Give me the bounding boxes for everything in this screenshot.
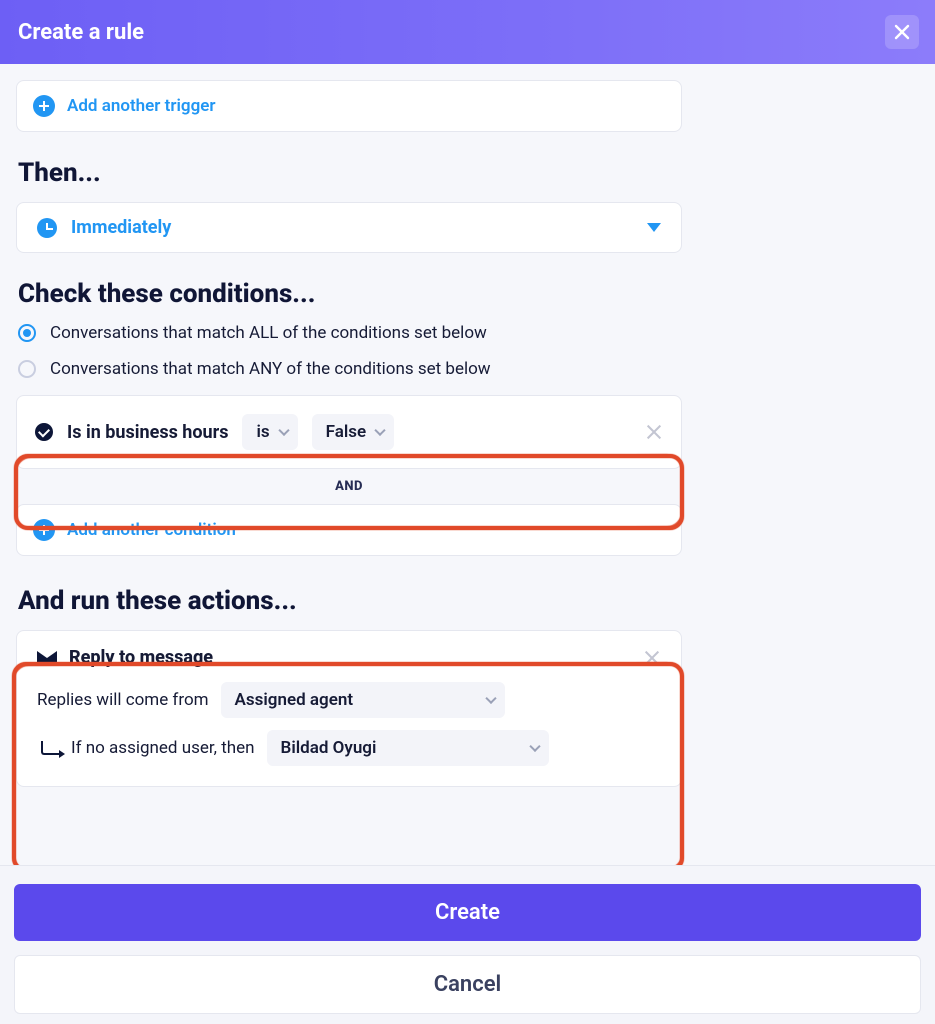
condition-field-label: Is in business hours (67, 422, 228, 443)
radio-match-any[interactable]: Conversations that match ANY of the cond… (18, 359, 682, 379)
modal-body: Add another trigger Then... Immediately … (0, 64, 935, 876)
condition-operator-value: is (256, 422, 269, 442)
modal-header: Create a rule (0, 0, 935, 64)
chevron-down-icon (374, 425, 385, 436)
plus-circle-icon (33, 95, 55, 117)
modal-title: Create a rule (18, 20, 144, 45)
clock-icon (37, 218, 57, 238)
close-button[interactable] (885, 15, 919, 49)
action-row: Reply to message Replies will come from … (16, 630, 682, 787)
radio-icon (18, 360, 36, 378)
timing-label: Immediately (71, 217, 171, 238)
add-condition-button[interactable]: Add another condition (16, 504, 682, 556)
radio-any-label: Conversations that match ANY of the cond… (50, 359, 491, 379)
and-separator: AND (16, 479, 682, 494)
replies-from-select[interactable]: Assigned agent (221, 682, 505, 718)
condition-operator-select[interactable]: is (242, 414, 297, 450)
plus-circle-icon (33, 519, 55, 541)
chevron-down-icon (485, 693, 496, 704)
fallback-user-select[interactable]: Bildad Oyugi (267, 730, 549, 766)
chevron-down-icon (647, 223, 661, 232)
radio-all-label: Conversations that match ALL of the cond… (50, 323, 487, 343)
condition-value-select[interactable]: False (312, 414, 395, 450)
check-circle-icon (35, 423, 53, 441)
replies-from-value: Assigned agent (235, 690, 354, 710)
sub-arrow-icon (41, 741, 59, 755)
create-button[interactable]: Create (14, 884, 921, 941)
radio-match-all[interactable]: Conversations that match ALL of the cond… (18, 323, 682, 343)
mail-icon (37, 651, 57, 665)
add-condition-label: Add another condition (67, 520, 236, 540)
condition-row: Is in business hours is False (16, 395, 682, 469)
fallback-user-value: Bildad Oyugi (281, 738, 377, 758)
modal-footer: Create Cancel (0, 865, 935, 1024)
add-trigger-button[interactable]: Add another trigger (16, 80, 682, 132)
condition-value: False (326, 422, 367, 442)
chevron-down-icon (278, 425, 289, 436)
remove-condition-button[interactable] (645, 423, 663, 441)
then-heading: Then... (18, 158, 682, 188)
conditions-heading: Check these conditions... (18, 279, 682, 309)
action-title: Reply to message (69, 647, 213, 668)
radio-icon (18, 324, 36, 342)
timing-dropdown[interactable]: Immediately (16, 202, 682, 253)
fallback-label: If no assigned user, then (71, 738, 255, 758)
cancel-button[interactable]: Cancel (14, 955, 921, 1014)
add-trigger-label: Add another trigger (67, 96, 216, 116)
remove-action-button[interactable] (643, 649, 661, 667)
close-icon (894, 24, 910, 40)
chevron-down-icon (529, 741, 540, 752)
replies-from-label: Replies will come from (37, 690, 209, 710)
actions-heading: And run these actions... (18, 586, 682, 616)
